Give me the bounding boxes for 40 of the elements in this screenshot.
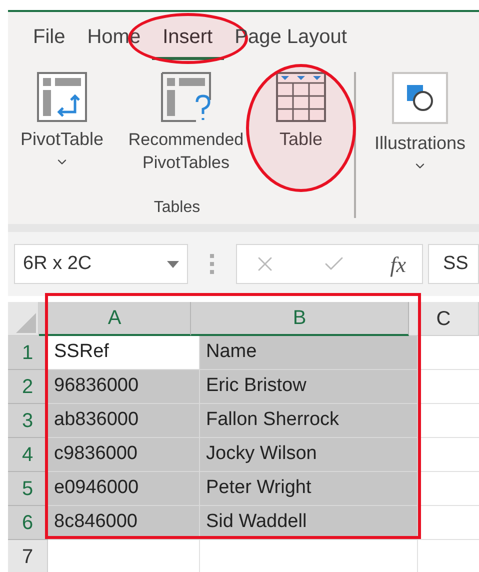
table-cell: ab836000	[48, 404, 200, 438]
ribbon-button[interactable]: Table	[256, 72, 346, 151]
table-cell: e0946000	[48, 472, 200, 506]
drag-handle-icon	[210, 254, 214, 274]
shapes-icon	[392, 72, 448, 124]
row-header[interactable]: 2	[8, 370, 48, 404]
table-cell: Fallon Sherrock	[200, 404, 418, 438]
row-header[interactable]: 3	[8, 404, 48, 438]
table-cell: Name	[200, 336, 418, 370]
ribbon-button[interactable]: Illustrations	[364, 72, 476, 224]
group-label: Tables	[154, 198, 200, 218]
table-cell: 96836000	[48, 370, 200, 404]
table-cell: Peter Wright	[200, 472, 418, 506]
ribbon-tab[interactable]: File	[22, 25, 76, 60]
table-icon	[276, 72, 326, 122]
column-header[interactable]: A	[39, 302, 191, 336]
ribbon-tab[interactable]: Insert	[152, 25, 224, 60]
table-cell: c9836000	[48, 438, 200, 472]
table-cell: Sid Waddell	[200, 506, 418, 540]
dropdown-caret-icon	[167, 260, 179, 268]
table-cell: SSRef	[48, 336, 200, 370]
column-header[interactable]: B	[191, 302, 409, 336]
ribbon-button[interactable]: Recommended PivotTables	[116, 72, 256, 174]
column-header[interactable]: C	[409, 302, 479, 336]
formula-input[interactable]: SS	[428, 244, 479, 284]
ribbon-button[interactable]: PivotTable	[8, 72, 116, 169]
row-header[interactable]: 4	[8, 438, 48, 472]
name-box[interactable]: 6R x 2C	[14, 244, 188, 284]
row-header[interactable]: 1	[8, 336, 48, 370]
insert-function-button[interactable]: fx	[390, 248, 406, 280]
table-cell: 8c846000	[48, 506, 200, 540]
row-header[interactable]: 5	[8, 472, 48, 506]
row-header[interactable]: 7	[8, 540, 48, 572]
corner-triangle-icon	[16, 313, 36, 333]
row-header[interactable]: 6	[8, 506, 48, 540]
table-cell: Jocky Wilson	[200, 438, 418, 472]
recommended-pivot-icon	[161, 72, 211, 122]
select-all-corner[interactable]	[8, 302, 39, 336]
table-cell: Eric Bristow	[200, 370, 418, 404]
pivot-table-icon	[37, 72, 87, 122]
